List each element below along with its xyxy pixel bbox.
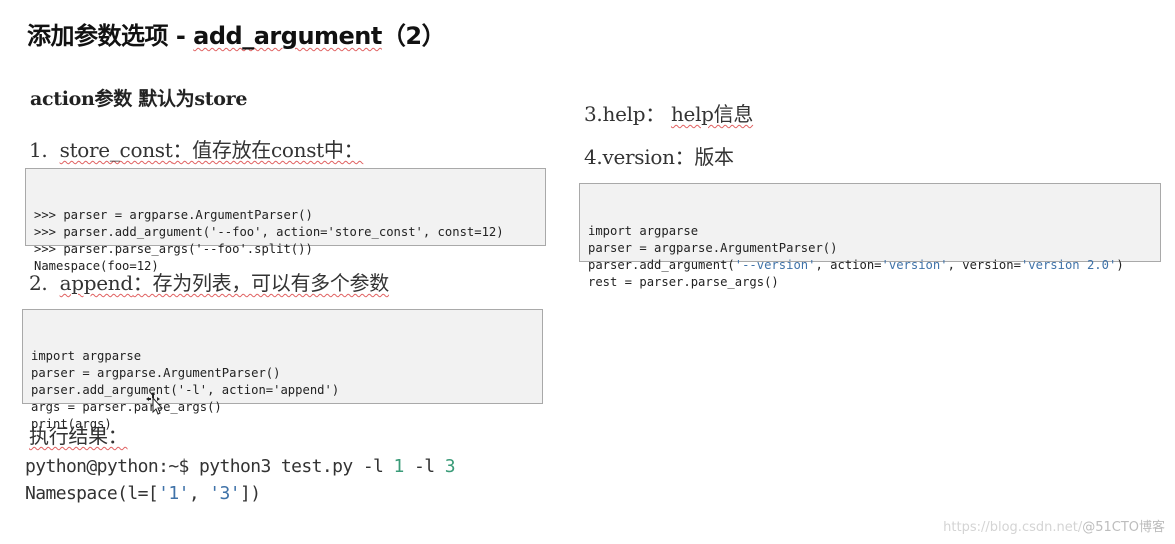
output-suffix: ]) — [240, 483, 261, 504]
result-label: 执行结果： — [29, 420, 128, 449]
section-desc: ：值存放在const中： — [172, 138, 364, 162]
code-line: parser.add_argument('--version', action=… — [588, 257, 1152, 274]
section-help-heading: 3.help： help信息 — [584, 98, 753, 127]
section-version-heading: 4.version：版本 — [584, 145, 734, 169]
code-line: parser.add_argument('-l', action='append… — [31, 383, 340, 397]
code-block-append: import argparse parser = argparse.Argumen… — [22, 309, 543, 431]
title-suffix: （2） — [381, 22, 446, 50]
code-block-store-const: >>> parser = argparse.ArgumentParser() >>… — [25, 168, 546, 273]
help-label: 3.help： — [584, 102, 665, 126]
terminal-arg2: 3 — [444, 456, 456, 477]
title-code: add_argument — [193, 22, 382, 50]
code-token: ) — [1116, 258, 1124, 272]
code-string: 'version' — [881, 258, 948, 272]
code-line: parser = argparse.ArgumentParser() — [31, 366, 281, 380]
output-value-2: '3' — [209, 483, 241, 504]
subtitle: action参数 默认为store — [30, 88, 248, 110]
watermark: https://blog.csdn.net/@51CTO博客 — [943, 516, 1165, 535]
terminal-mid: -l — [403, 456, 445, 477]
code-line: >>> parser = argparse.ArgumentParser() — [34, 208, 313, 222]
section-append-heading: 2. append：存为列表，可以有多个参数 — [29, 267, 389, 296]
title-prefix: 添加参数选项 - — [27, 22, 194, 50]
code-line: >>> parser.add_argument('--foo', action=… — [34, 225, 504, 239]
code-line: parser = argparse.ArgumentParser() — [588, 241, 838, 255]
terminal-output-line: Namespace(l=['1', '3']) — [25, 483, 261, 504]
section-number: 2. — [29, 271, 48, 295]
code-string: '--version' — [734, 258, 816, 272]
result-label-text: 执行结果： — [29, 424, 128, 448]
code-string: 'version 2.0' — [1020, 258, 1117, 272]
terminal-arg1: 1 — [393, 456, 405, 477]
slide-title: 添加参数选项 - add_argument（2） — [27, 16, 446, 51]
output-sep: , — [188, 483, 210, 504]
section-name: append — [59, 271, 134, 295]
code-line: import argparse — [31, 349, 142, 363]
output-value-1: '1' — [158, 483, 189, 504]
output-prefix: Namespace(l=[ — [25, 483, 159, 504]
code-line: >>> parser.parse_args('--foo'.split()) — [34, 242, 313, 256]
code-block-version: import argparse parser = argparse.Argumen… — [579, 183, 1161, 289]
help-desc: help信息 — [670, 102, 754, 126]
code-line: args = parser.parse_args() — [31, 400, 222, 414]
terminal-command-line: python@python:~$ python3 test.py -l 1 -l… — [25, 456, 456, 477]
code-token: parser.add_argument( — [588, 258, 735, 272]
section-name: store_const — [59, 138, 173, 162]
section-store-const-heading: 1. store_const：值存放在const中： — [29, 134, 364, 163]
watermark-brand: @51CTO博客 — [1082, 520, 1165, 535]
watermark-url: https://blog.csdn.net/ — [943, 520, 1083, 535]
code-line: import argparse — [588, 224, 699, 238]
code-line: rest = parser.parse_args() — [588, 275, 779, 289]
move-cursor-icon — [146, 392, 164, 415]
code-token: , version= — [947, 258, 1021, 272]
section-desc: ：存为列表，可以有多个参数 — [132, 271, 389, 295]
section-number: 1. — [29, 138, 48, 162]
terminal-prompt: python@python:~$ python3 test.py -l — [25, 456, 394, 477]
code-token: , action= — [815, 258, 882, 272]
